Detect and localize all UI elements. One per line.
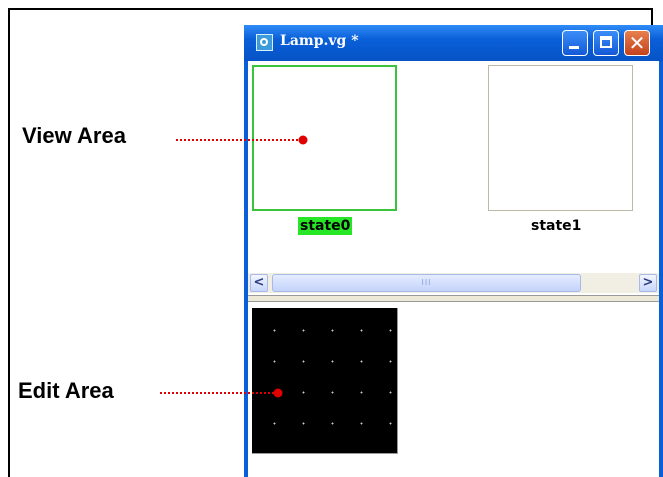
view-area-leader-dot <box>298 135 308 145</box>
callout-leaders <box>160 135 308 398</box>
edit-area-leader-dot <box>273 388 283 398</box>
